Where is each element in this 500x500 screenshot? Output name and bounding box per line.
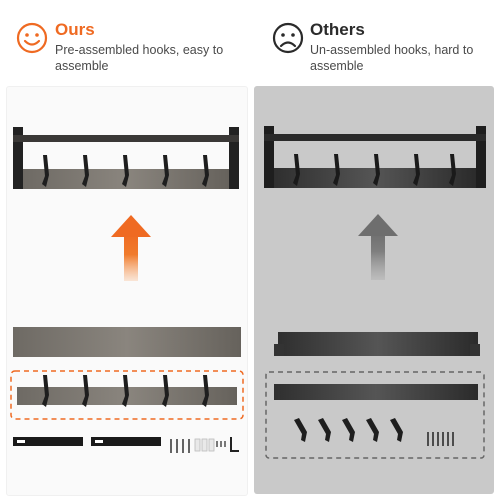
ours-title: Ours bbox=[55, 20, 95, 39]
screws bbox=[427, 432, 454, 446]
assembled-coat-rack bbox=[264, 126, 486, 188]
others-title: Others bbox=[310, 20, 365, 39]
ours-description: Pre-assembled hooks, easy to assemble bbox=[55, 43, 224, 73]
shelf-board bbox=[274, 332, 480, 356]
others-description: Un-assembled hooks, hard to assemble bbox=[310, 43, 474, 73]
ours-header: Ours Pre-assembled hooks, easy to assemb… bbox=[0, 0, 250, 84]
smiley-face-icon bbox=[16, 22, 48, 54]
preassembled-hook-board bbox=[10, 370, 244, 420]
up-arrow-icon bbox=[358, 214, 398, 280]
others-illustration bbox=[264, 126, 486, 459]
up-arrow-icon bbox=[111, 215, 151, 281]
unassembled-parts bbox=[265, 371, 485, 459]
others-panel bbox=[254, 86, 494, 494]
others-header: Others Un-assembled hooks, hard to assem… bbox=[250, 0, 500, 84]
shelf-board bbox=[13, 327, 241, 357]
ours-panel bbox=[6, 86, 248, 496]
ours-illustration bbox=[10, 127, 244, 453]
assembled-coat-rack bbox=[13, 127, 239, 189]
mounting-hardware bbox=[13, 437, 239, 453]
loose-hooks bbox=[294, 418, 403, 442]
sad-face-icon bbox=[272, 22, 304, 54]
